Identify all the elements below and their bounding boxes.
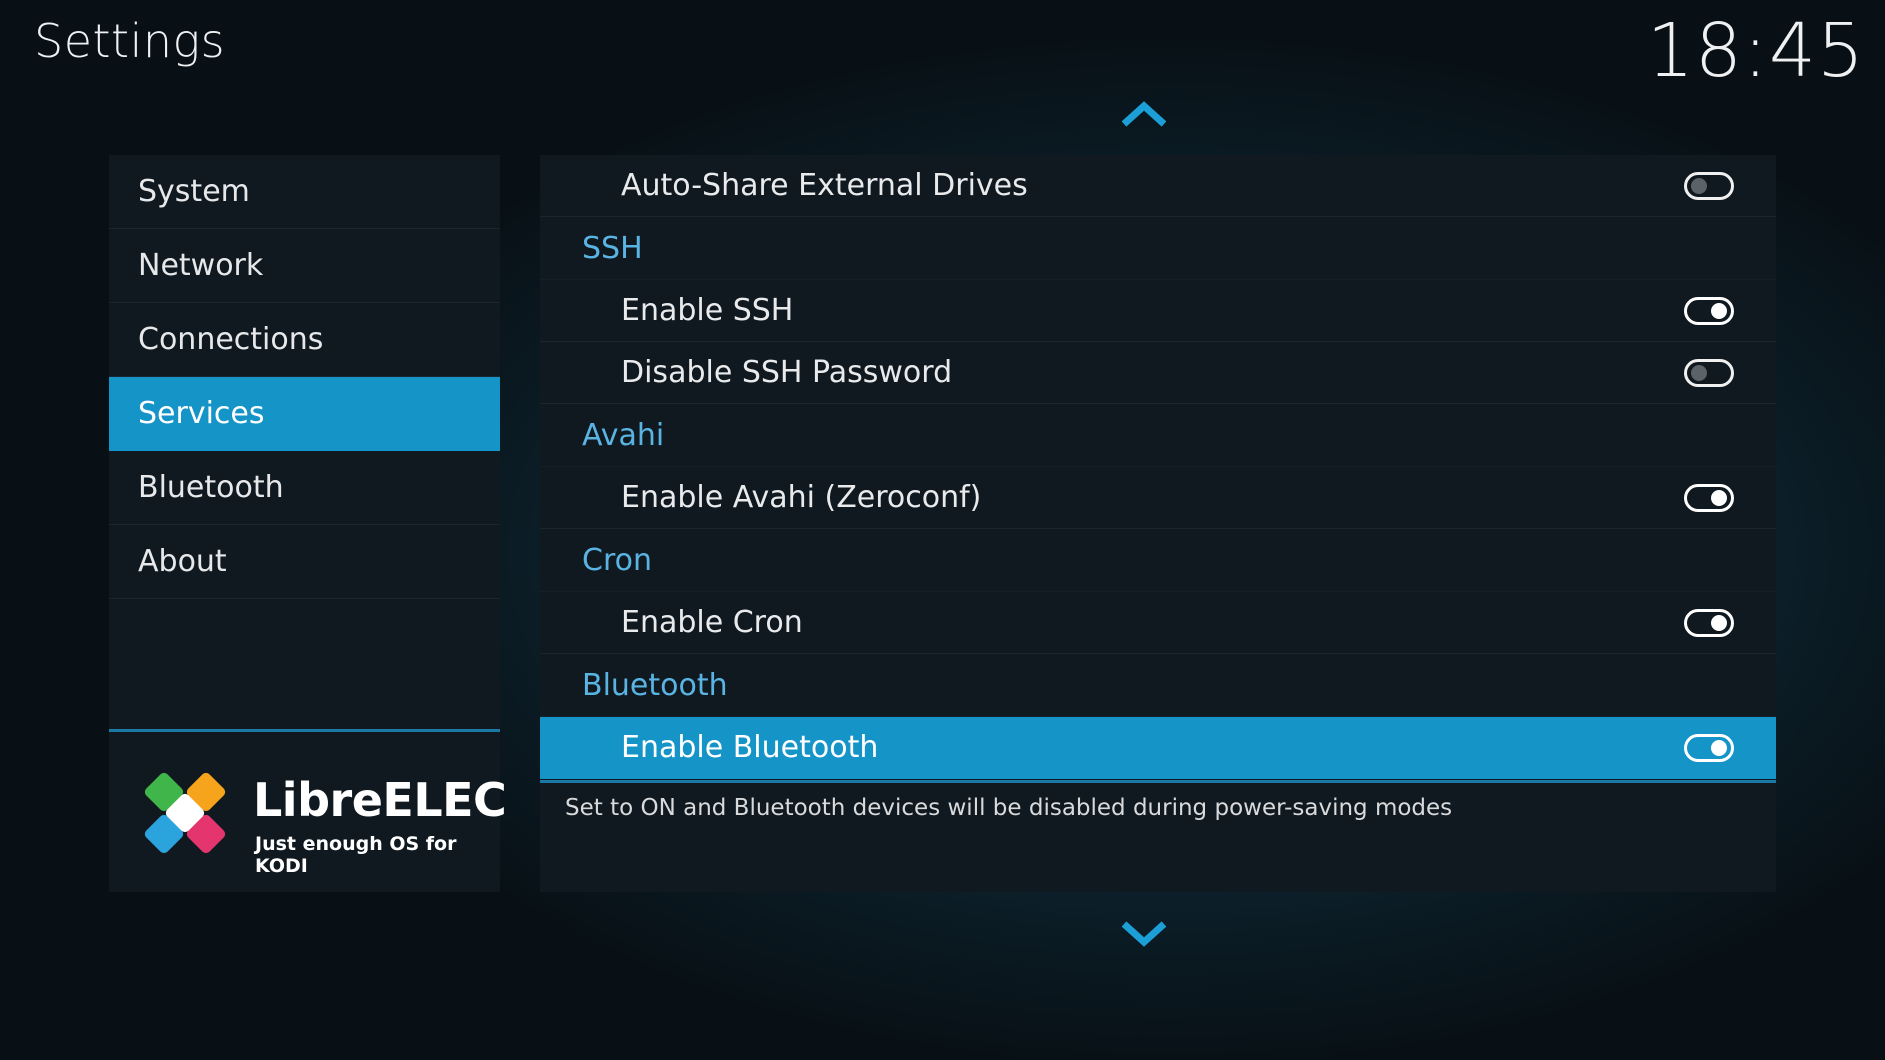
setting-disable-ssh-password[interactable]: Disable SSH Password	[540, 342, 1776, 404]
sidebar-item-label: Connections	[138, 322, 324, 357]
setting-label: Enable SSH	[621, 293, 794, 328]
sidebar-item-label: Bluetooth	[138, 470, 284, 505]
libreelec-logo-icon	[144, 772, 226, 854]
setting-label: Enable Cron	[621, 605, 803, 640]
chevron-down-icon[interactable]	[1120, 920, 1168, 948]
page-title: Settings	[34, 14, 226, 68]
sidebar-item-label: Network	[138, 248, 264, 283]
sidebar-item-system[interactable]: System	[109, 155, 500, 229]
setting-enable-avahi[interactable]: Enable Avahi (Zeroconf)	[540, 467, 1776, 529]
sidebar-item-label: Services	[138, 396, 265, 431]
toggle-switch[interactable]	[1684, 171, 1734, 200]
toggle-switch[interactable]	[1684, 608, 1734, 637]
toggle-switch[interactable]	[1684, 733, 1734, 762]
category-cron: Cron	[540, 529, 1776, 592]
sidebar-item-label: System	[138, 174, 250, 209]
setting-enable-cron[interactable]: Enable Cron	[540, 592, 1776, 654]
toggle-switch[interactable]	[1684, 296, 1734, 325]
libreelec-logo: LibreELEC Just enough OS for KODI	[137, 765, 507, 877]
settings-list: Auto-Share External Drives SSH Enable SS…	[540, 155, 1776, 779]
clock: 18:45	[1646, 8, 1865, 94]
setting-label: Disable SSH Password	[621, 355, 953, 390]
sidebar-item-about[interactable]: About	[109, 525, 500, 599]
setting-label: Enable Avahi (Zeroconf)	[621, 480, 982, 515]
setting-label: Enable Bluetooth	[621, 730, 879, 765]
setting-description: Set to ON and Bluetooth devices will be …	[565, 795, 1453, 821]
toggle-switch[interactable]	[1684, 483, 1734, 512]
category-label: SSH	[582, 230, 643, 266]
setting-enable-ssh[interactable]: Enable SSH	[540, 280, 1776, 342]
settings-panel: Auto-Share External Drives SSH Enable SS…	[540, 155, 1776, 892]
sidebar-item-services[interactable]: Services	[109, 377, 500, 451]
sidebar-item-label: About	[138, 544, 227, 579]
category-bluetooth: Bluetooth	[540, 654, 1776, 717]
category-label: Cron	[582, 542, 652, 578]
setting-label: Auto-Share External Drives	[621, 168, 1028, 203]
sidebar-item-connections[interactable]: Connections	[109, 303, 500, 377]
category-label: Bluetooth	[582, 667, 728, 703]
description-divider	[540, 780, 1776, 783]
category-ssh: SSH	[540, 217, 1776, 280]
category-avahi: Avahi	[540, 404, 1776, 467]
setting-enable-bluetooth[interactable]: Enable Bluetooth	[540, 717, 1776, 779]
toggle-switch[interactable]	[1684, 358, 1734, 387]
sidebar-divider	[109, 729, 500, 732]
sidebar: System Network Connections Services Blue…	[109, 155, 507, 892]
logo-name: LibreELEC	[253, 773, 507, 827]
sidebar-item-bluetooth[interactable]: Bluetooth	[109, 451, 500, 525]
category-label: Avahi	[582, 417, 665, 453]
setting-auto-share-external-drives[interactable]: Auto-Share External Drives	[540, 155, 1776, 217]
logo-tagline: Just enough OS for KODI	[255, 833, 457, 877]
sidebar-item-network[interactable]: Network	[109, 229, 500, 303]
chevron-up-icon[interactable]	[1120, 100, 1168, 128]
